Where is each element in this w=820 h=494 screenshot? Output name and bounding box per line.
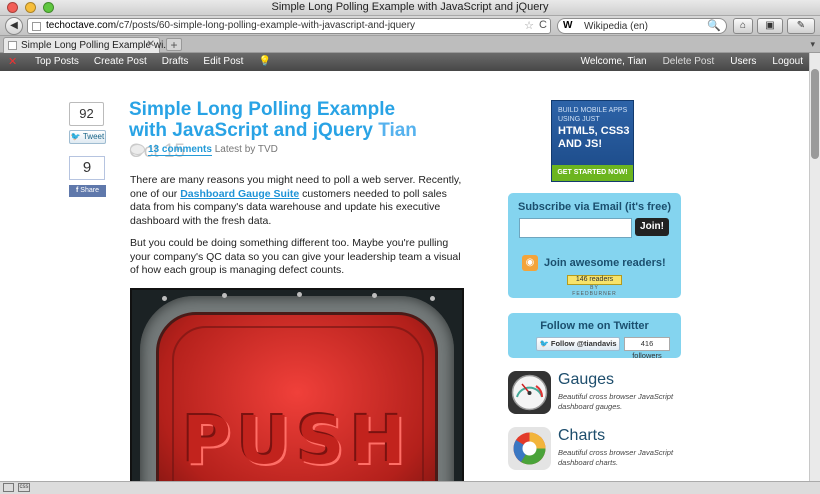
tab-close-icon[interactable]: ✕: [147, 39, 155, 50]
comments-line: 13 comments Latest by TVD: [130, 144, 278, 157]
mobile-apps-ad[interactable]: BUILD MOBILE APPS USING JUST HTML5, CSS3…: [551, 100, 634, 182]
tweet-widget: 92 🐦 Tweet: [69, 102, 106, 144]
twitter-bird-icon: 🐦: [70, 132, 81, 141]
url-bar[interactable]: techoctave.com/c7/posts/60-simple-long-p…: [27, 18, 551, 34]
post-paragraph-2: But you could be doing something differe…: [130, 237, 461, 276]
comment-bubble-icon: [130, 144, 145, 155]
status-bar: css: [0, 481, 820, 494]
image-push-text: PUSH: [182, 402, 412, 479]
ad-get-started-button[interactable]: GET STARTED NOW!: [552, 165, 633, 181]
search-icon[interactable]: 🔍: [707, 19, 721, 32]
wikipedia-icon[interactable]: W: [563, 20, 572, 31]
email-input[interactable]: [519, 218, 632, 238]
image-rivet: [372, 293, 377, 298]
follow-button-label: Follow @tiandavis: [550, 339, 617, 348]
followers-count: 416 followers: [624, 337, 670, 360]
image-rivet: [297, 292, 302, 297]
browser-toolbar: ◀ techoctave.com/c7/posts/60-simple-long…: [0, 16, 820, 36]
tweet-button[interactable]: 🐦 Tweet: [69, 130, 106, 144]
page-scrollbar[interactable]: [809, 53, 820, 481]
push-button-image: PUSH: [130, 288, 464, 481]
charts-icon: [508, 427, 551, 470]
facebook-share-label: Share: [80, 187, 99, 194]
users-link[interactable]: Users: [730, 56, 756, 67]
url-text[interactable]: techoctave.com/c7/posts/60-simple-long-p…: [46, 20, 415, 31]
twitter-bird-icon: 🐦: [539, 339, 549, 348]
delete-post-link[interactable]: Delete Post: [663, 56, 715, 67]
facebook-icon: f: [76, 187, 79, 194]
extension-button[interactable]: ✎: [787, 18, 815, 34]
tab-active[interactable]: Simple Long Polling Example wi... ✕: [3, 37, 172, 53]
feedburner-badge[interactable]: 146 readers BY FEEDBURNER: [567, 275, 622, 297]
gauges-icon: [508, 371, 551, 414]
lightbulb-icon[interactable]: 💡: [258, 56, 270, 67]
post-author[interactable]: Tian: [378, 120, 417, 141]
css-icon[interactable]: css: [18, 483, 30, 492]
new-tab-button[interactable]: +: [166, 38, 182, 51]
bookmarks-button[interactable]: ▣: [757, 18, 783, 34]
image-rivet: [222, 293, 227, 298]
search-bar[interactable]: W Wikipedia (en) 🔍: [557, 18, 727, 34]
facebook-share-widget: 9 f Share: [69, 156, 106, 197]
nav-edit-post[interactable]: Edit Post: [203, 56, 243, 67]
dashboard-gauge-suite-link[interactable]: Dashboard Gauge Suite: [180, 188, 299, 200]
feedburner-label: BY FEEDBURNER: [572, 285, 617, 297]
subscribe-title: Subscribe via Email (it's free): [517, 201, 671, 213]
ad-subtitle: BUILD MOBILE APPS USING JUST: [558, 107, 628, 123]
facebook-share-button[interactable]: f Share: [69, 185, 106, 197]
rss-icon: ◉: [522, 255, 538, 271]
subscribe-box: Subscribe via Email (it's free) Join! ◉ …: [508, 193, 681, 298]
ad-headline: HTML5, CSS3 AND JS!: [558, 125, 630, 150]
admin-bar: ✕ Top Posts Create Post Drafts Edit Post…: [0, 53, 809, 71]
post-paragraph-1: There are many reasons you might need to…: [130, 174, 464, 228]
back-button[interactable]: ◀: [5, 17, 23, 35]
facebook-share-count: 9: [69, 156, 105, 180]
reader-count: 146 readers: [567, 275, 622, 285]
tweet-label: Tweet: [82, 132, 105, 141]
reload-icon[interactable]: C: [539, 19, 547, 31]
join-button[interactable]: Join!: [635, 218, 669, 236]
product-description: Beautiful cross browser JavaScript dashb…: [558, 392, 674, 411]
window-titlebar: Simple Long Polling Example with JavaScr…: [0, 0, 820, 16]
tab-bar: Simple Long Polling Example wi... ✕ + ▾: [0, 36, 820, 53]
product-name[interactable]: Charts: [558, 427, 605, 445]
logout-link[interactable]: Logout: [772, 56, 803, 67]
image-rivet: [162, 296, 167, 301]
tab-favicon-icon: [8, 41, 17, 50]
latest-comment-by: Latest by TVD: [214, 144, 278, 156]
nav-drafts[interactable]: Drafts: [162, 56, 189, 67]
comments-link[interactable]: 13 comments: [148, 144, 212, 157]
url-path: /c7/posts/60-simple-long-polling-example…: [116, 20, 416, 31]
admin-nav: Top Posts Create Post Drafts Edit Post 💡: [35, 56, 271, 67]
nav-top-posts[interactable]: Top Posts: [35, 56, 79, 67]
tab-list-chevron-icon[interactable]: ▾: [810, 39, 815, 50]
product-name[interactable]: Gauges: [558, 371, 614, 389]
twitter-follow-box: Follow me on Twitter 🐦 Follow @tiandavis…: [508, 313, 681, 360]
bookmark-star-icon[interactable]: ☆: [524, 19, 534, 32]
welcome-text: Welcome, Tian: [580, 56, 647, 67]
window-title: Simple Long Polling Example with JavaScr…: [271, 1, 549, 13]
follow-button[interactable]: 🐦 Follow @tiandavis: [536, 337, 620, 351]
product-description: Beautiful cross browser JavaScript dashb…: [558, 448, 674, 467]
join-readers-text: Join awesome readers!: [544, 257, 666, 269]
follow-title: Follow me on Twitter: [540, 320, 649, 332]
search-engine-name: Wikipedia (en): [584, 21, 648, 32]
url-host: techoctave.com: [46, 20, 117, 31]
site-logo-icon[interactable]: ✕: [8, 55, 22, 69]
page-content: 92 🐦 Tweet 9 f Share Simple Long Polling…: [0, 71, 809, 481]
tweet-count: 92: [69, 102, 104, 126]
image-rivet: [430, 296, 435, 301]
page-favicon-icon: [32, 22, 41, 31]
post-title-text[interactable]: Simple Long Polling Example with JavaScr…: [129, 99, 395, 141]
admin-user-nav: Welcome, Tian Delete Post Users Logout: [565, 56, 803, 67]
status-toggle-icon[interactable]: [3, 483, 14, 492]
scrollbar-thumb[interactable]: [811, 69, 819, 159]
nav-create-post[interactable]: Create Post: [94, 56, 147, 67]
home-button[interactable]: ⌂: [733, 18, 753, 34]
